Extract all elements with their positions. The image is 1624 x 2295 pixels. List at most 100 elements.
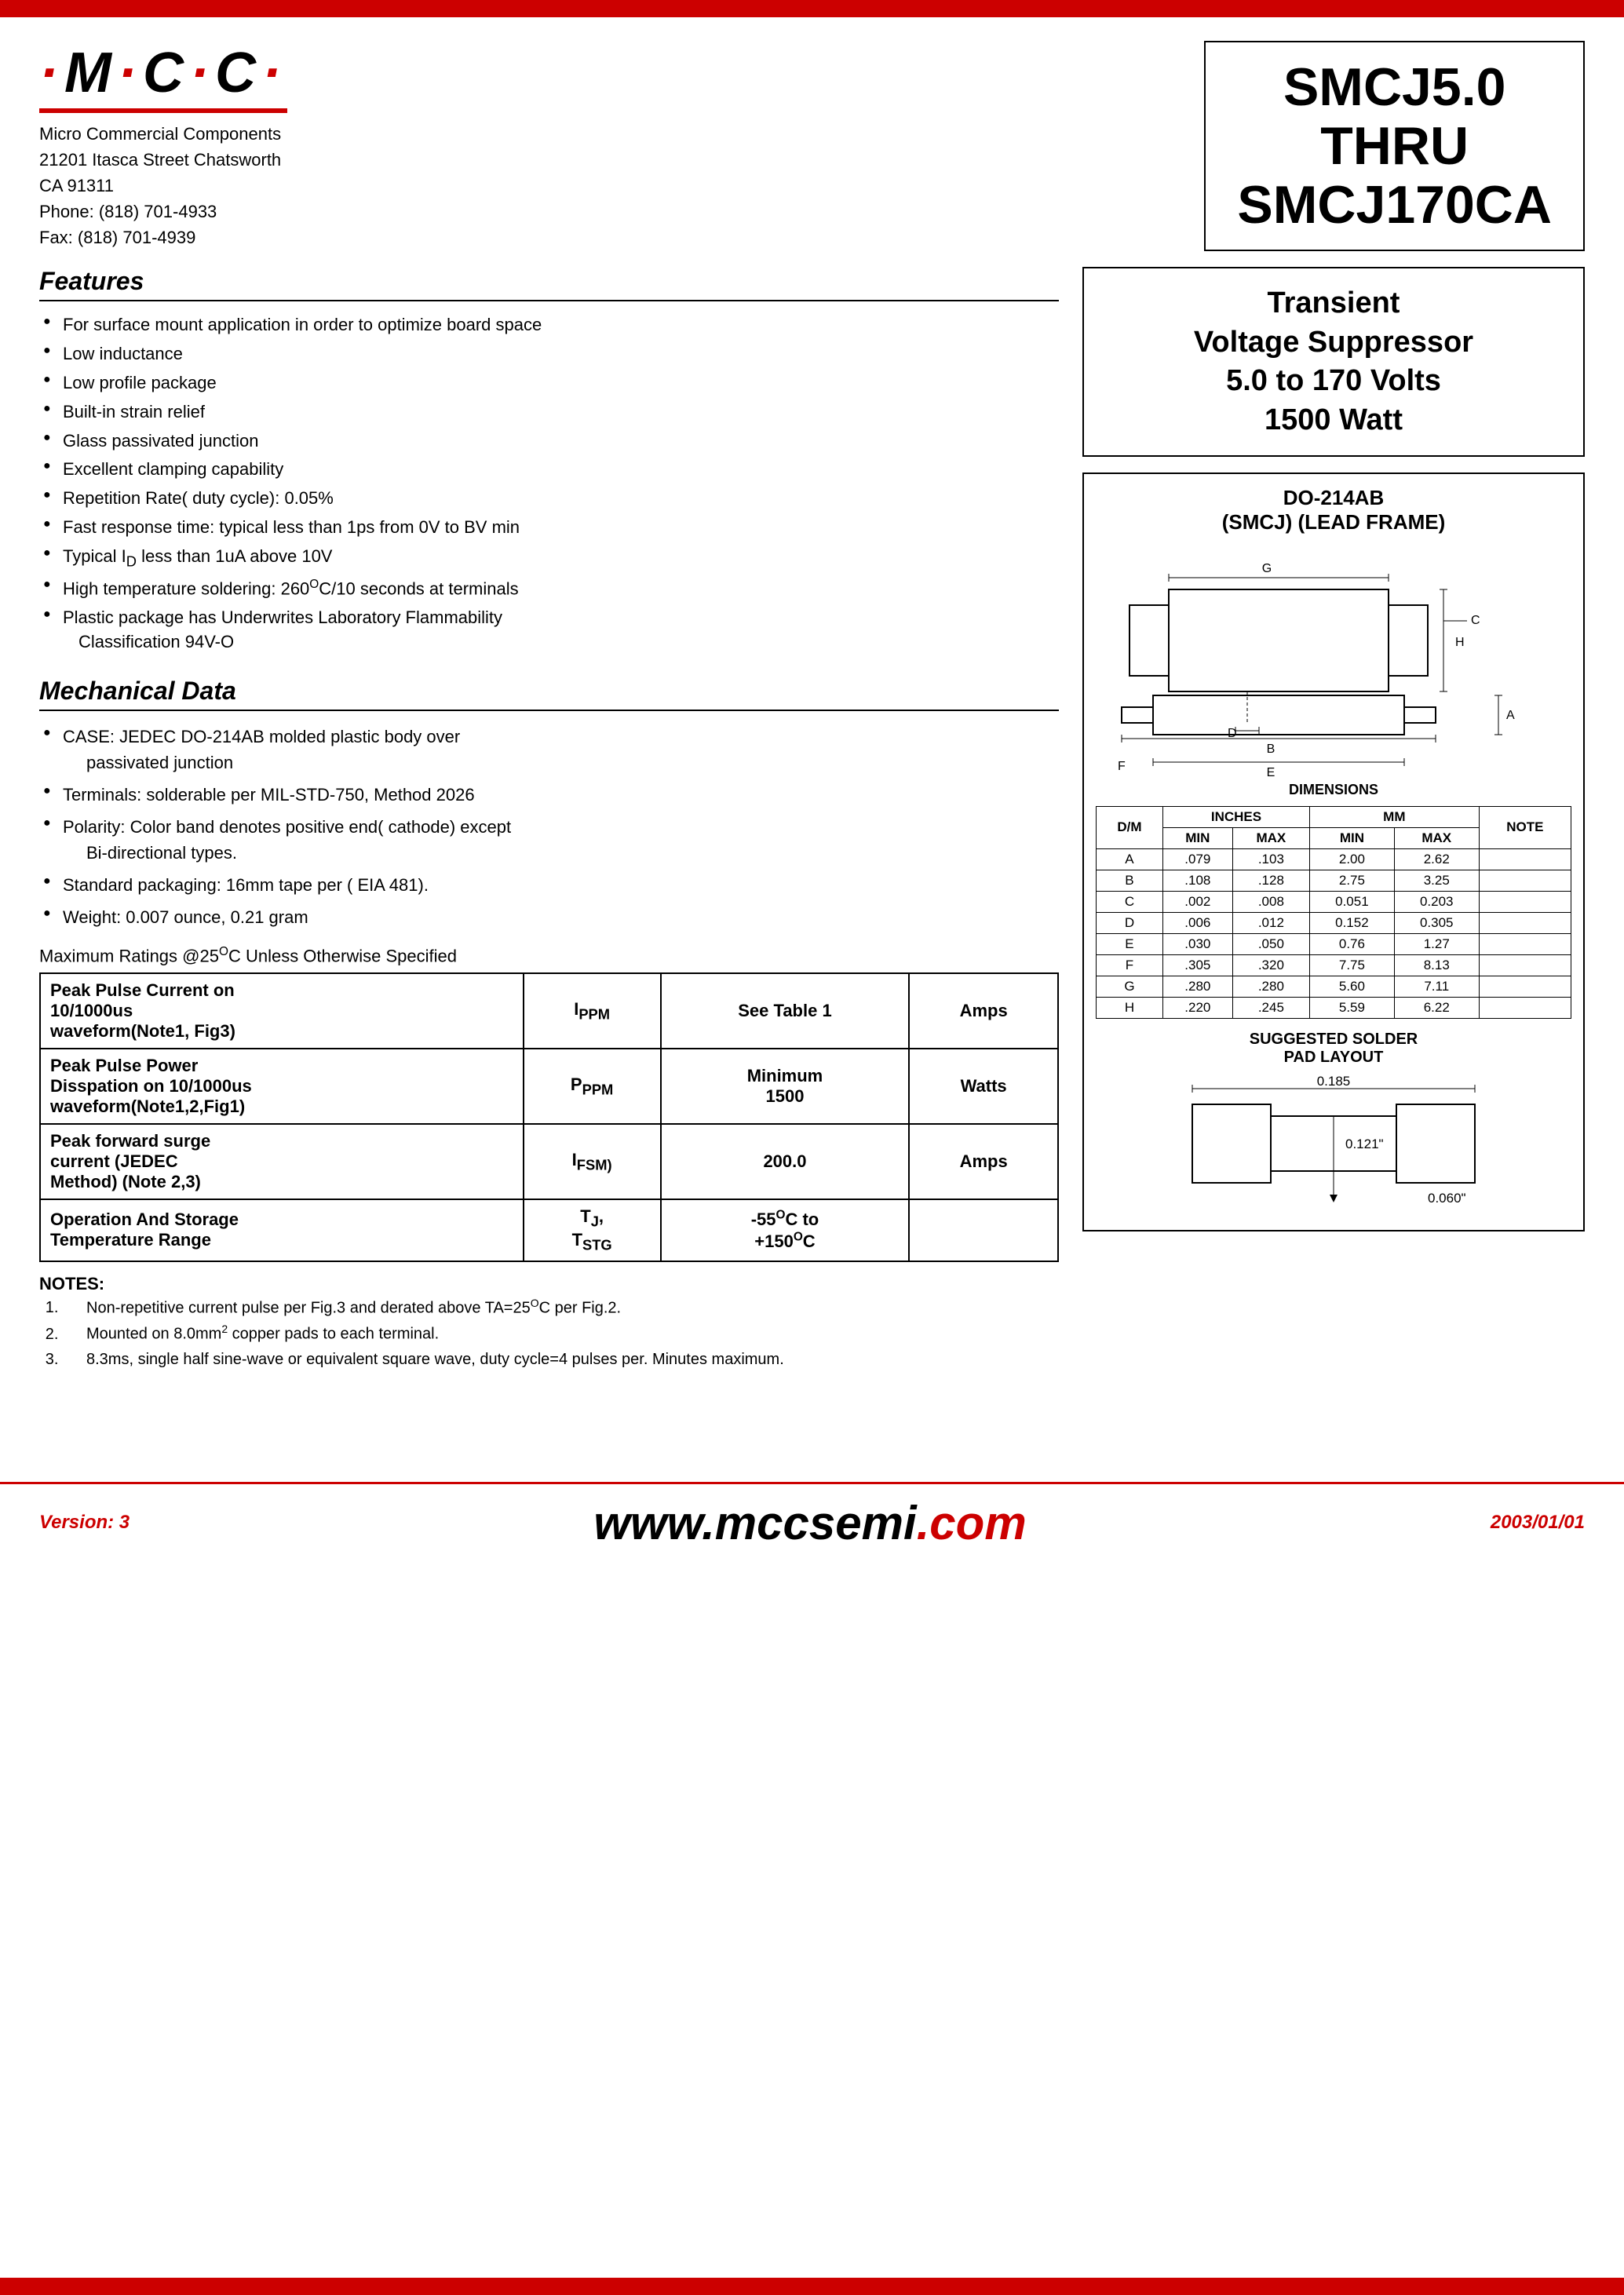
dim-cell: 0.305 (1394, 912, 1479, 933)
dimensions-table: D/M INCHES MM NOTE MIN MAX MIN MAX A .07… (1096, 806, 1571, 1019)
rating-label: Peak Pulse Current on10/1000uswaveform(N… (40, 973, 524, 1049)
rating-unit (909, 1199, 1058, 1261)
dimensions-label: DIMENSIONS (1096, 782, 1571, 798)
dim-cell: .079 (1162, 848, 1232, 870)
dim-cell (1479, 848, 1571, 870)
features-list: For surface mount application in order t… (39, 311, 1059, 656)
dim-cell: 2.75 (1309, 870, 1394, 891)
list-item: Glass passivated junction (39, 427, 1059, 456)
dim-cell: E (1097, 933, 1163, 954)
address-line2: CA 91311 (39, 173, 281, 199)
footer-date: 2003/01/01 (1491, 1512, 1585, 1534)
fax: Fax: (818) 701-4939 (39, 224, 281, 250)
features-title: Features (39, 267, 1059, 301)
desc-line1: Transient (1100, 284, 1567, 323)
dim-cell: .305 (1162, 954, 1232, 976)
list-item: 8.3ms, single half sine-wave or equivale… (63, 1347, 1059, 1372)
table-row: F .305 .320 7.75 8.13 (1097, 954, 1571, 976)
mech-list: CASE: JEDEC DO-214AB molded plastic body… (39, 721, 1059, 933)
table-row: H .220 .245 5.59 6.22 (1097, 997, 1571, 1018)
company-name: Micro Commercial Components (39, 121, 281, 147)
svg-text:0.121": 0.121" (1345, 1137, 1384, 1151)
svg-text:0.060": 0.060" (1428, 1191, 1466, 1206)
table-row: D .006 .012 0.152 0.305 (1097, 912, 1571, 933)
main-layout: Features For surface mount application i… (39, 267, 1585, 1372)
list-item: Excellent clamping capability (39, 455, 1059, 484)
dim-cell: .245 (1232, 997, 1309, 1018)
solder-title: SUGGESTED SOLDER PAD LAYOUT (1096, 1031, 1571, 1067)
part-line2: THRU (1237, 117, 1552, 176)
package-line1: DO-214AB (1096, 486, 1571, 510)
list-item: Repetition Rate( duty cycle): 0.05% (39, 484, 1059, 513)
list-item: Built-in strain relief (39, 398, 1059, 427)
company-info: Micro Commercial Components 21201 Itasca… (39, 121, 281, 250)
dim-cell: .280 (1162, 976, 1232, 997)
list-item: Weight: 0.007 ounce, 0.21 gram (39, 901, 1059, 933)
dim-cell: .030 (1162, 933, 1232, 954)
footer: Version: 3 www.mccsemi.com 2003/01/01 (0, 1482, 1624, 1562)
rating-unit: Amps (909, 973, 1058, 1049)
table-row: Peak forward surgecurrent (JEDECMethod) … (40, 1124, 1058, 1199)
dim-cell: 5.59 (1309, 997, 1394, 1018)
svg-text:0.185: 0.185 (1317, 1074, 1351, 1089)
dim-cell: 3.25 (1394, 870, 1479, 891)
rating-value: -55OC to+150OC (661, 1199, 910, 1261)
list-item: Terminals: solderable per MIL-STD-750, M… (39, 779, 1059, 811)
dim-cell (1479, 891, 1571, 912)
part-number-box: SMCJ5.0 THRU SMCJ170CA (1204, 41, 1585, 251)
dim-cell: C (1097, 891, 1163, 912)
logo-section: ·M·C·C· Micro Commercial Components 2120… (39, 41, 287, 250)
dim-cell: 2.62 (1394, 848, 1479, 870)
description-text: Transient Voltage Suppressor 5.0 to 170 … (1100, 284, 1567, 440)
dim-cell: G (1097, 976, 1163, 997)
rating-symbol: IFSM) (524, 1124, 661, 1199)
rating-unit: Amps (909, 1124, 1058, 1199)
right-column: Transient Voltage Suppressor 5.0 to 170 … (1082, 267, 1585, 1372)
max-ratings-title: Maximum Ratings @25OC Unless Otherwise S… (39, 945, 1059, 966)
svg-text:G: G (1262, 562, 1272, 575)
address-line1: 21201 Itasca Street Chatsworth (39, 147, 281, 173)
dim-cell: .128 (1232, 870, 1309, 891)
dim-cell (1479, 954, 1571, 976)
dim-cell: 0.152 (1309, 912, 1394, 933)
dim-cell: 0.051 (1309, 891, 1394, 912)
top-red-bar (0, 0, 1624, 17)
dim-cell: .050 (1232, 933, 1309, 954)
desc-line2: Voltage Suppressor (1100, 323, 1567, 362)
part-line1: SMCJ5.0 (1237, 58, 1552, 117)
list-item: For surface mount application in order t… (39, 311, 1059, 340)
table-row: Peak Pulse Current on10/1000uswaveform(N… (40, 973, 1058, 1049)
col-header: MAX (1394, 827, 1479, 848)
notes-title: NOTES: (39, 1274, 1059, 1294)
bottom-red-bar (0, 2278, 1624, 2295)
dim-cell: .108 (1162, 870, 1232, 891)
footer-website: www.mccsemi.com (593, 1496, 1026, 1550)
list-item: Low inductance (39, 340, 1059, 369)
dim-cell: 5.60 (1309, 976, 1394, 997)
rating-value: 200.0 (661, 1124, 910, 1199)
rating-symbol: PPPM (524, 1049, 661, 1124)
desc-line3: 5.0 to 170 Volts (1100, 362, 1567, 400)
col-header: INCHES (1162, 806, 1309, 827)
ratings-table: Peak Pulse Current on10/1000uswaveform(N… (39, 972, 1059, 1262)
svg-text:E: E (1267, 766, 1275, 778)
dim-cell: A (1097, 848, 1163, 870)
rating-value: See Table 1 (661, 973, 910, 1049)
desc-line4: 1500 Watt (1100, 401, 1567, 440)
rating-label: Peak Pulse PowerDisspation on 10/1000usw… (40, 1049, 524, 1124)
dim-cell: .280 (1232, 976, 1309, 997)
logo-underline (39, 108, 287, 113)
header: ·M·C·C· Micro Commercial Components 2120… (39, 41, 1585, 251)
dim-cell: D (1097, 912, 1163, 933)
col-header: MAX (1232, 827, 1309, 848)
solder-section: SUGGESTED SOLDER PAD LAYOUT (1096, 1031, 1571, 1218)
col-header: D/M (1097, 806, 1163, 848)
package-line2: (SMCJ) (LEAD FRAME) (1096, 510, 1571, 535)
dim-cell: 0.203 (1394, 891, 1479, 912)
table-row: Peak Pulse PowerDisspation on 10/1000usw… (40, 1049, 1058, 1124)
dim-cell (1479, 870, 1571, 891)
svg-text:B: B (1267, 742, 1275, 756)
table-row: E .030 .050 0.76 1.27 (1097, 933, 1571, 954)
dim-cell (1479, 976, 1571, 997)
dim-cell: 6.22 (1394, 997, 1479, 1018)
